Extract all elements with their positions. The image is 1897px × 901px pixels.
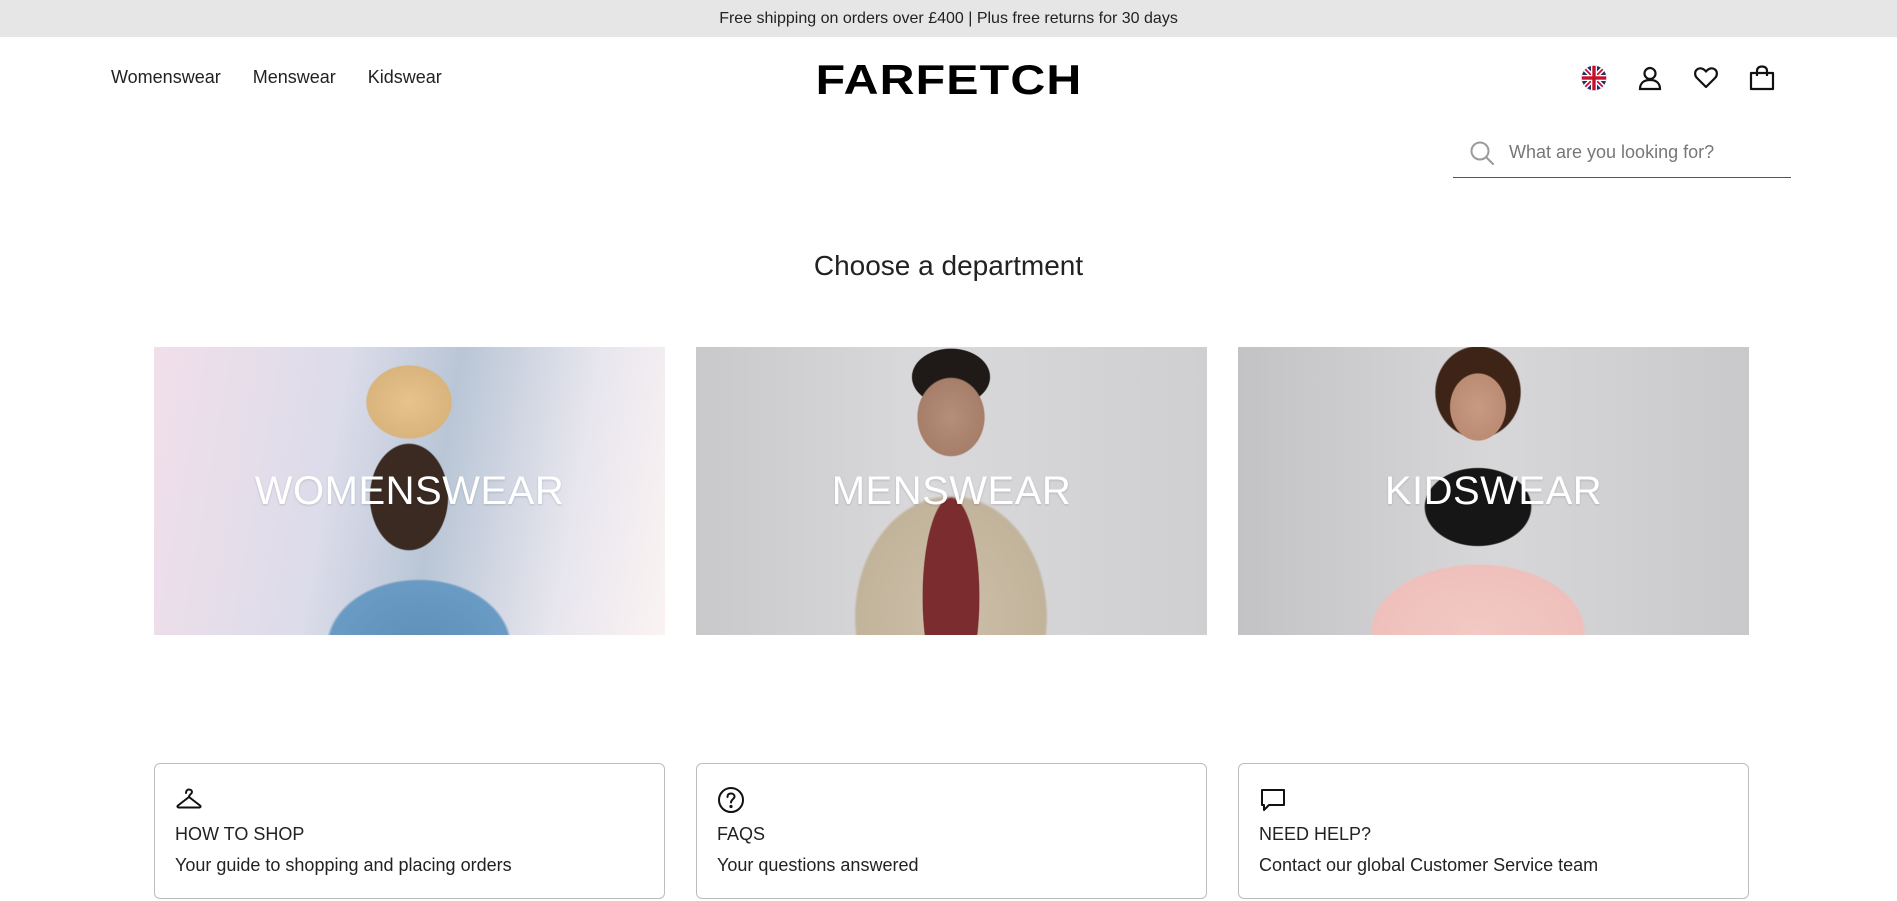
search-bar[interactable] (1453, 128, 1791, 178)
promo-bar: Free shipping on orders over £400 | Plus… (0, 0, 1897, 37)
chat-bubble-icon (1261, 789, 1285, 811)
hanger-icon (176, 788, 202, 809)
search-icon-wrap (1467, 138, 1497, 168)
logo-text: FARFETCH (815, 56, 1082, 103)
question-circle-icon (718, 787, 744, 813)
help-card-how-to-shop[interactable]: HOW TO SHOP Your guide to shopping and p… (154, 763, 665, 899)
card-title: HOW TO SHOP (175, 824, 305, 844)
card-title: NEED HELP? (1259, 824, 1372, 844)
wishlist-heart-icon (1694, 67, 1718, 89)
department-label: MENSWEAR (831, 468, 1072, 513)
card-title: FAQS (717, 824, 766, 844)
account-icon (1638, 66, 1662, 91)
department-tile-menswear[interactable]: MENSWEAR (696, 347, 1207, 635)
header-icons (1579, 63, 1777, 93)
department-tiles: WOMENSWEAR MENSWEAR KIDSWEAR (154, 347, 1749, 635)
card-description: Contact our global Customer Service team (1259, 855, 1599, 875)
country-selector-button[interactable] (1579, 63, 1609, 93)
card-description: Your questions answered (717, 855, 919, 875)
wishlist-button[interactable] (1691, 63, 1721, 93)
help-card-need-help[interactable]: NEED HELP? Contact our global Customer S… (1238, 763, 1749, 899)
shopping-bag-button[interactable] (1747, 63, 1777, 93)
search-icon (1470, 141, 1494, 165)
department-label: WOMENSWEAR (254, 468, 565, 513)
page-title: Choose a department (813, 250, 1084, 281)
card-description: Your guide to shopping and placing order… (175, 855, 512, 875)
shopping-bag-icon (1749, 65, 1775, 91)
department-tile-kidswear[interactable]: KIDSWEAR (1238, 347, 1749, 635)
search-input[interactable] (1507, 141, 1767, 164)
site-header: Womenswear Menswear Kidswear FARFETCH (0, 37, 1897, 121)
department-tile-womenswear[interactable]: WOMENSWEAR (154, 347, 665, 635)
uk-flag-icon (1581, 65, 1607, 91)
promo-text: Free shipping on orders over £400 | Plus… (719, 9, 1178, 27)
help-card-faqs[interactable]: FAQS Your questions answered (696, 763, 1207, 899)
account-button[interactable] (1635, 63, 1665, 93)
department-label: KIDSWEAR (1384, 468, 1603, 513)
help-cards: HOW TO SHOP Your guide to shopping and p… (154, 763, 1749, 899)
